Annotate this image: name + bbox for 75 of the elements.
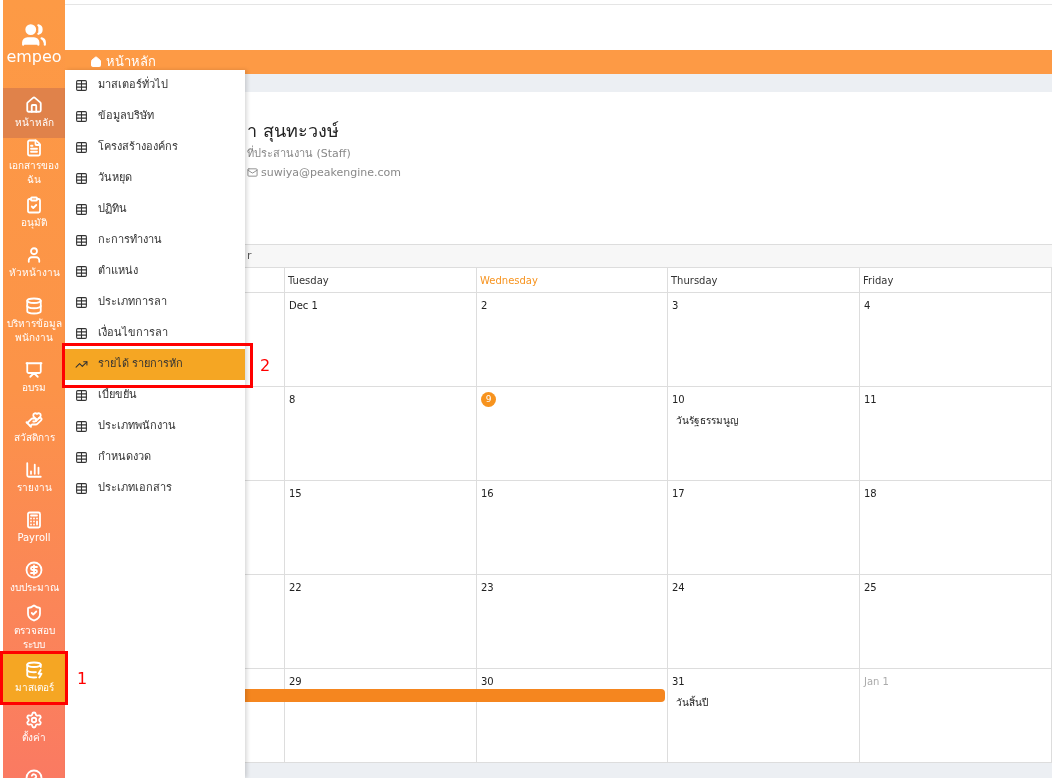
holiday-event[interactable]: วันสิ้นปี (676, 695, 708, 710)
day-number[interactable]: 3 (672, 298, 679, 313)
annotation-number: 2 (260, 355, 271, 377)
day-number[interactable]: 31 (672, 674, 685, 689)
day-number[interactable]: 11 (864, 392, 877, 407)
weekday-header: Friday (863, 273, 894, 288)
day-number[interactable]: 4 (864, 298, 871, 313)
person-icon (25, 246, 43, 264)
shield-icon (25, 604, 43, 622)
line-chart-icon (75, 358, 88, 371)
employee-position: ที่ประสานงาน (Staff) (247, 146, 352, 162)
day-number[interactable]: 24 (672, 580, 685, 595)
calendar-title: r (247, 247, 252, 264)
day-number[interactable]: 10 (672, 392, 685, 407)
clipboard-icon (25, 196, 43, 214)
menu-item[interactable]: ข้อมูลบริษัท (65, 101, 245, 132)
menu-item[interactable]: เบี้ยขยัน (65, 380, 245, 411)
day-number[interactable]: 8 (289, 392, 296, 407)
menu-item[interactable]: ตำแหน่ง (65, 256, 245, 287)
bar-chart-icon (25, 461, 43, 479)
database-icon (25, 296, 43, 315)
day-number[interactable]: 15 (289, 486, 302, 501)
table-icon (75, 451, 88, 464)
table-icon (75, 296, 88, 309)
day-number[interactable]: 25 (864, 580, 877, 595)
table-icon (75, 79, 88, 92)
table-icon (75, 172, 88, 185)
menu-item[interactable]: ประเภทพนักงาน (65, 411, 245, 442)
dollar-circle-icon (25, 561, 43, 579)
menu-item[interactable]: กำหนดงวด (65, 442, 245, 473)
day-number[interactable]: 18 (864, 486, 877, 501)
menu-item[interactable]: ประเภทเอกสาร (65, 473, 245, 504)
heart-hand-icon (25, 411, 43, 429)
table-icon (75, 265, 88, 278)
day-number[interactable]: 23 (481, 580, 494, 595)
table-icon (75, 482, 88, 495)
presentation-icon (25, 361, 43, 379)
weekday-header: Tuesday (288, 273, 329, 288)
document-icon (25, 139, 43, 157)
table-icon (75, 110, 88, 123)
calculator-icon (25, 511, 43, 529)
table-icon (75, 141, 88, 154)
holiday-event[interactable]: วันรัฐธรรมนูญ (676, 413, 739, 428)
day-number[interactable]: 16 (481, 486, 494, 501)
day-number[interactable]: 29 (289, 674, 302, 689)
people-icon (21, 22, 47, 48)
settings-icon (25, 711, 43, 729)
menu-item[interactable]: โครงสร้างองค์กร (65, 132, 245, 163)
day-number[interactable]: 22 (289, 580, 302, 595)
highlight-box (0, 651, 68, 705)
day-number[interactable]: 2 (481, 298, 488, 313)
table-icon (75, 327, 88, 340)
menu-item[interactable]: กะการทำงาน (65, 225, 245, 256)
day-number[interactable]: 17 (672, 486, 685, 501)
day-number[interactable]: Dec 1 (289, 298, 318, 313)
table-icon (75, 389, 88, 402)
employee-email: suwiya@peakengine.com (261, 164, 401, 181)
table-icon (75, 420, 88, 433)
home-icon (90, 56, 102, 68)
annotation-number: 1 (77, 668, 88, 690)
menu-item[interactable]: เงื่อนไขการลา (65, 318, 245, 349)
weekday-header: Wednesday (480, 273, 538, 288)
home-icon (25, 96, 43, 114)
table-icon (75, 234, 88, 247)
menu-item[interactable]: วันหยุด (65, 163, 245, 194)
table-icon (75, 203, 88, 216)
day-number[interactable]: 30 (481, 674, 494, 689)
menu-item[interactable]: มาสเตอร์ทั่วไป (65, 70, 245, 101)
menu-item[interactable]: รายได้ รายการหัก (65, 349, 245, 380)
employee-name: า สุนทะวงษ์ (247, 119, 340, 144)
mail-icon (247, 167, 258, 179)
menu-item[interactable]: ประเภทการลา (65, 287, 245, 318)
weekday-header: Thursday (671, 273, 718, 288)
database-icon (25, 661, 43, 679)
menu-item[interactable]: ปฏิทิน (65, 194, 245, 225)
